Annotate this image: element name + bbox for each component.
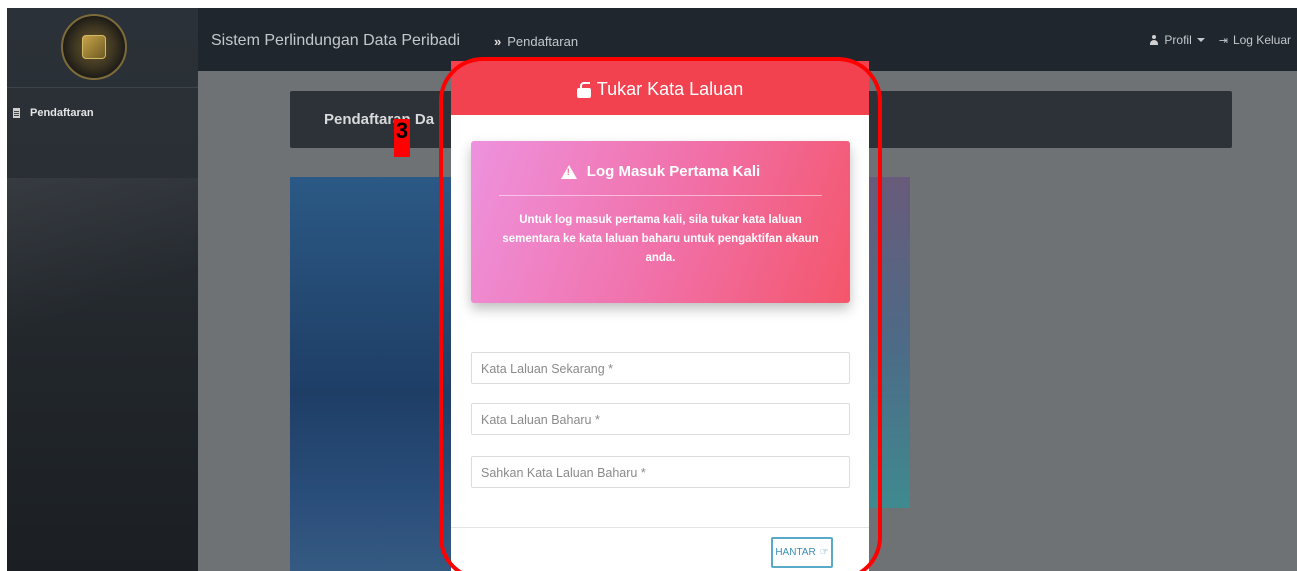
annotation-step-number: 3 (395, 118, 409, 143)
sign-out-icon: ⇥ (1218, 34, 1228, 47)
breadcrumb-current[interactable]: Pendaftaran (507, 34, 578, 49)
caret-down-icon (1196, 38, 1205, 42)
profile-label: Profil (1164, 33, 1192, 47)
logout-link[interactable]: ⇥ Log Keluar (1219, 33, 1291, 47)
annotation-highlight-outline (439, 57, 882, 571)
background-card-left (290, 177, 460, 571)
page-header-title: Pendaftaran Da (324, 111, 435, 128)
sidebar: Pendaftaran (7, 8, 198, 571)
user-menu: Profil ⇥ Log Keluar (1149, 33, 1291, 47)
annotation-step-badge: 3 (394, 119, 410, 157)
logo-chip-emblem (82, 35, 106, 59)
agency-logo (61, 14, 127, 80)
breadcrumb: » Pendaftaran (494, 34, 578, 49)
user-icon (1149, 35, 1159, 45)
sidebar-brand (7, 8, 198, 88)
logout-label: Log Keluar (1232, 33, 1291, 47)
profile-dropdown[interactable]: Profil (1149, 33, 1205, 47)
document-icon (13, 108, 20, 118)
breadcrumb-arrow-icon: » (494, 34, 502, 49)
app-title: Sistem Perlindungan Data Peribadi (211, 32, 461, 49)
sidebar-item-pendaftaran[interactable]: Pendaftaran (13, 107, 94, 119)
sidebar-item-label: Pendaftaran (30, 107, 94, 119)
sidebar-background-art (7, 178, 198, 378)
